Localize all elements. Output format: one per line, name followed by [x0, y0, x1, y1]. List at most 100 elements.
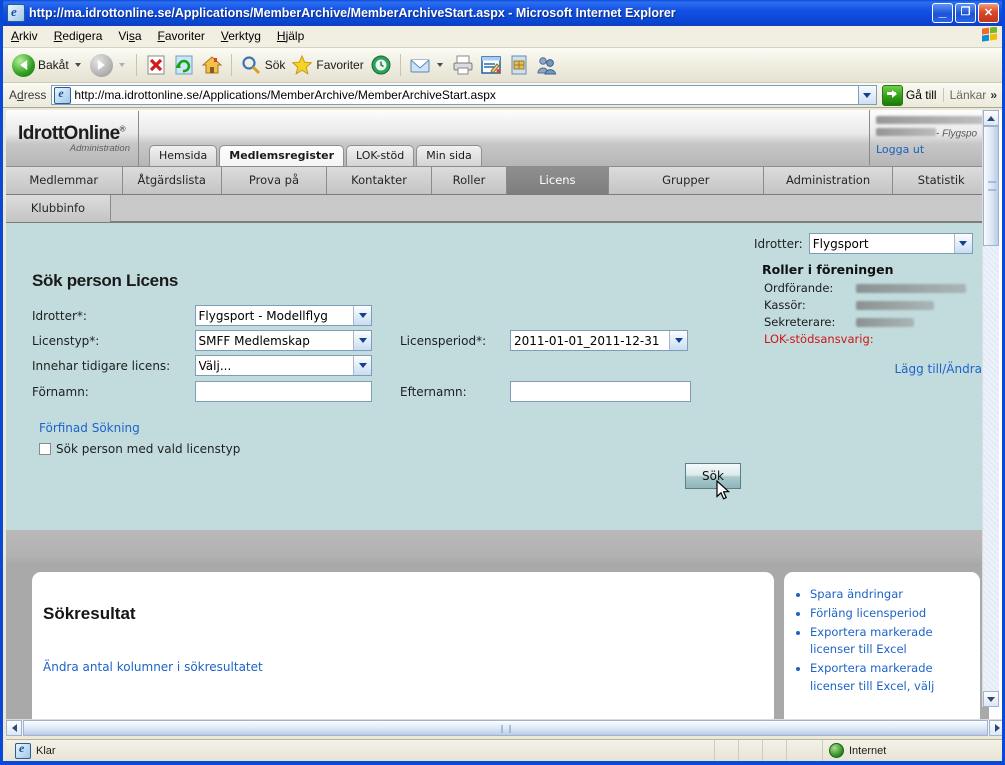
menu-item-favoriter[interactable]: Favoriter — [150, 27, 213, 46]
idrotter-select[interactable]: Flygsport - Modellflyg — [194, 305, 372, 326]
forward-button[interactable] — [87, 53, 131, 77]
go-button[interactable]: Gå till — [878, 84, 943, 106]
app-tab-lok-stod[interactable]: LOK-stöd — [346, 145, 415, 166]
nav-tab-licens[interactable]: Licens — [506, 167, 610, 194]
messenger-button[interactable] — [505, 54, 533, 76]
edit-button[interactable] — [477, 54, 505, 76]
history-button[interactable] — [367, 54, 395, 76]
nav-tab-prova-pa[interactable]: Prova på — [221, 167, 328, 194]
nav-tab-grupper[interactable]: Grupper — [609, 167, 764, 194]
site-logo[interactable]: IdrottOnline® Administration — [6, 111, 139, 166]
browser-window: http://ma.idrottonline.se/Applications/M… — [0, 0, 1005, 765]
forward-arrow-icon — [89, 53, 113, 77]
roles-edit-link[interactable]: Lägg till/Ändra — [894, 362, 982, 376]
horizontal-scrollbar[interactable] — [6, 719, 1002, 736]
results-title: Sökresultat — [43, 604, 136, 623]
chevron-down-icon[interactable] — [353, 306, 371, 325]
nav-tab-klubbinfo[interactable]: Klubbinfo — [6, 195, 111, 222]
role-ordforande-label: Ordförande: — [764, 281, 834, 295]
horizontal-scroll-thumb[interactable] — [23, 720, 988, 736]
chevron-down-icon[interactable] — [74, 63, 81, 67]
field-row-tidigare-licens: Innehar tidigare licens: Välj... — [32, 355, 372, 376]
mail-button[interactable] — [406, 54, 449, 76]
chevron-down-icon[interactable] — [669, 331, 687, 350]
action-exportera-excel[interactable]: Exportera markerade licenser till Excel — [810, 624, 974, 660]
search-submit-button[interactable]: Sök — [685, 463, 741, 489]
field-row-fornamn: Förnamn: — [32, 381, 372, 402]
nav-tab-atgardslista[interactable]: Åtgärdslista — [122, 167, 222, 194]
menu-item-redigera[interactable]: Redigera — [46, 27, 111, 46]
menu-item-arkiv[interactable]: Arkiv — [3, 27, 46, 46]
nav-tab-roller[interactable]: Roller — [432, 167, 507, 194]
home-button[interactable] — [198, 54, 226, 76]
tidigare-licens-select[interactable]: Välj... — [194, 355, 372, 376]
form-heading: Sök person Licens — [32, 271, 179, 290]
close-icon: ✕ — [983, 7, 994, 19]
nav-tab-kontakter[interactable]: Kontakter — [327, 167, 433, 194]
licenstyp-checkbox-row[interactable]: Sök person med vald licenstyp — [39, 442, 240, 456]
action-spara-andringar[interactable]: Spara ändringar — [810, 586, 974, 604]
action-forlang-licensperiod[interactable]: Förläng licensperiod — [810, 605, 974, 623]
address-dropdown-button[interactable] — [858, 85, 877, 105]
change-columns-link[interactable]: Ändra antal kolumner i sökresultatet — [43, 660, 263, 674]
search-button[interactable]: Sök — [237, 54, 289, 76]
toolbar-overflow-chevron-icon[interactable]: » — [990, 88, 1000, 102]
page-favicon-icon — [54, 86, 72, 104]
address-input[interactable]: http://ma.idrottonline.se/Applications/M… — [51, 85, 859, 105]
licenstyp-checkbox[interactable] — [39, 443, 51, 455]
app-tab-min-sida[interactable]: Min sida — [416, 145, 482, 166]
results-area: Sökresultat Ändra antal kolumner i sökre… — [6, 566, 989, 723]
back-button[interactable]: Bakåt — [9, 53, 87, 77]
scroll-up-button[interactable] — [983, 110, 999, 126]
chevron-down-icon[interactable] — [353, 356, 371, 375]
search-form-panel: Sök person Licens Idrotter*: Flygsport -… — [6, 223, 989, 530]
nav-tab-medlemmar[interactable]: Medlemmar — [6, 167, 123, 194]
nav-tab-statistik[interactable]: Statistik — [893, 167, 989, 194]
security-zone-text: Internet — [849, 744, 887, 757]
roles-edit-link-wrap: Lägg till/Ändra — [754, 362, 982, 376]
vertical-scroll-track[interactable] — [983, 126, 999, 691]
links-button[interactable]: Länkar — [942, 88, 991, 102]
menu-item-verktyg[interactable]: Verktyg — [213, 27, 269, 46]
main-nav-row-1: Medlemmar Åtgärdslista Prova på Kontakte… — [6, 167, 989, 195]
efternamn-input[interactable] — [510, 381, 691, 402]
app-tab-hemsida[interactable]: Hemsida — [149, 145, 218, 166]
role-kassor-label: Kassör: — [764, 298, 806, 312]
browser-toolbar: Bakåt Sök Favoriter — [3, 48, 1002, 83]
scroll-right-button[interactable] — [989, 720, 1002, 736]
logout-link[interactable]: Logga ut — [876, 143, 983, 156]
app-tab-medlemsregister[interactable]: Medlemsregister — [219, 145, 345, 166]
favorites-button[interactable]: Favoriter — [288, 54, 366, 76]
vertical-scrollbar[interactable] — [982, 110, 999, 707]
menu-item-hjalp[interactable]: Hjälp — [269, 27, 312, 46]
scroll-left-button[interactable] — [6, 720, 22, 736]
menu-item-visa[interactable]: Visa — [110, 27, 149, 46]
fornamn-input[interactable] — [194, 381, 372, 402]
minimize-icon: _ — [938, 3, 947, 19]
search-icon — [242, 56, 260, 75]
minimize-button[interactable]: _ — [932, 3, 953, 23]
history-clock-icon — [371, 55, 391, 75]
licenstyp-select[interactable]: SMFF Medlemskap — [194, 330, 372, 351]
people-button[interactable] — [533, 54, 561, 76]
action-exportera-excel-valj[interactable]: Exportera markerade licenser till Excel,… — [810, 660, 974, 696]
chevron-down-icon[interactable] — [353, 331, 371, 350]
vertical-scroll-thumb[interactable] — [983, 126, 999, 246]
field-row-licenstyp: Licenstyp*: SMFF Medlemskap — [32, 330, 372, 351]
maximize-button[interactable]: ❐ — [955, 3, 976, 23]
refresh-button[interactable] — [170, 54, 198, 76]
stop-button[interactable] — [142, 54, 170, 76]
scroll-down-button[interactable] — [983, 691, 999, 707]
print-button[interactable] — [449, 54, 477, 76]
go-arrow-icon — [881, 84, 903, 106]
chevron-up-icon — [987, 115, 995, 121]
sidebar-idrotter-select[interactable]: Flygsport — [808, 233, 973, 254]
chevron-down-icon[interactable] — [953, 234, 972, 253]
status-text-cell: Klar — [6, 740, 715, 761]
licensperiod-select[interactable]: 2011-01-01_2011-12-31 — [510, 330, 688, 351]
close-button[interactable]: ✕ — [978, 3, 999, 23]
nav-tab-administration[interactable]: Administration — [763, 167, 894, 194]
back-label: Bakåt — [38, 58, 69, 72]
refine-search-link[interactable]: Förfinad Sökning — [39, 421, 140, 435]
mail-chevron-down-icon[interactable] — [436, 63, 443, 67]
